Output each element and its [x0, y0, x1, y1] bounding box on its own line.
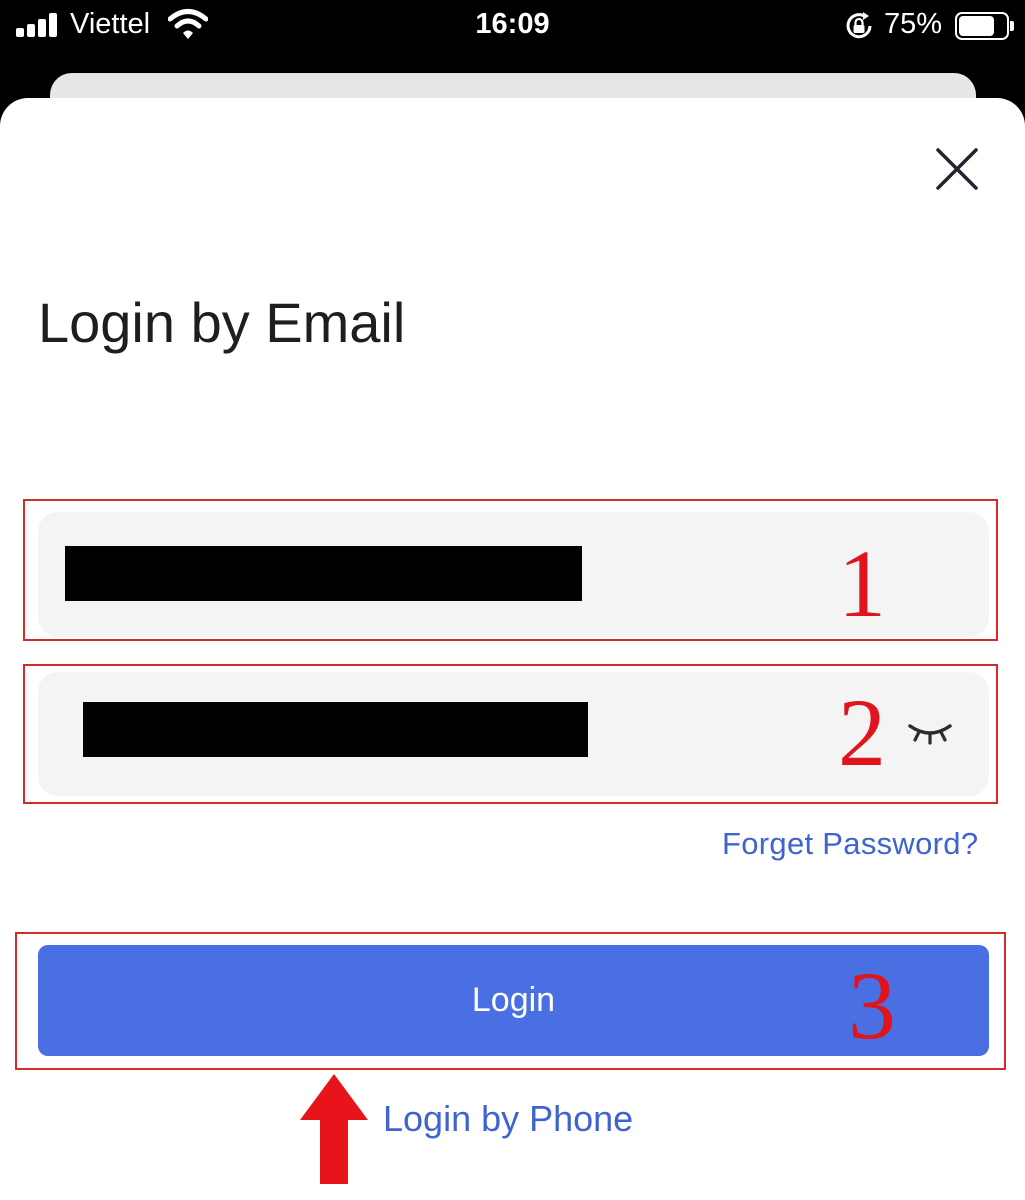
login-button[interactable]: Login — [38, 945, 989, 1056]
annotation-number-2: 2 — [838, 679, 886, 786]
redacted-email-value — [65, 546, 582, 601]
battery-percent: 75% — [884, 8, 943, 40]
annotation-number-1: 1 — [838, 530, 886, 637]
page-title: Login by Email — [38, 291, 406, 354]
status-bar: Viettel 16:09 75% — [0, 0, 1025, 60]
rotation-lock-icon — [846, 12, 872, 39]
close-icon[interactable] — [930, 142, 984, 196]
login-by-phone-link[interactable]: Login by Phone — [383, 1098, 633, 1140]
battery-icon — [955, 12, 1015, 40]
eye-closed-icon[interactable] — [906, 718, 954, 748]
forgot-password-link[interactable]: Forget Password? — [722, 826, 978, 862]
redacted-password-value — [83, 702, 588, 757]
red-up-arrow — [300, 1074, 368, 1184]
annotation-number-3: 3 — [848, 952, 896, 1059]
